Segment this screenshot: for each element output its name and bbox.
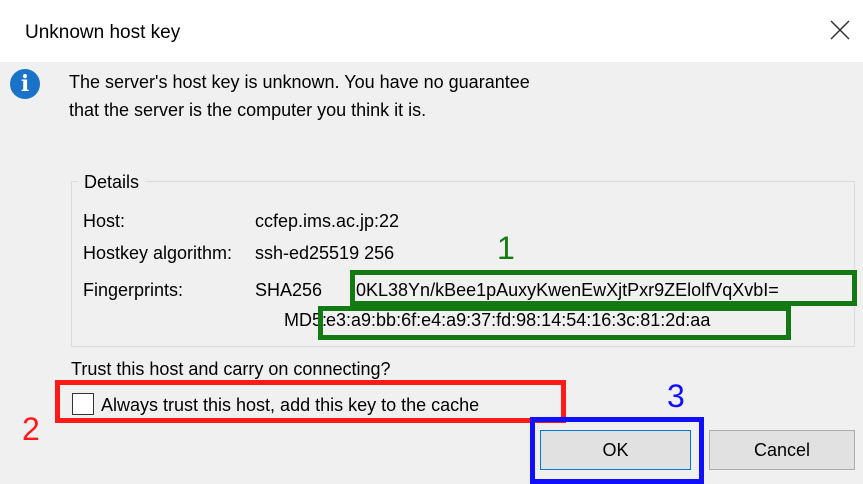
- host-value: ccfep.ims.ac.jp:22: [255, 211, 400, 231]
- annotation-box-md5: [318, 306, 791, 340]
- details-label: Details: [78, 172, 146, 193]
- annotation-number-1: 1: [497, 230, 515, 266]
- info-icon: i: [10, 69, 40, 99]
- annotation-number-2: 2: [22, 411, 40, 447]
- host-label: Host:: [83, 211, 126, 231]
- dialog-title: Unknown host key: [25, 22, 181, 43]
- trust-question: Trust this host and carry on connecting?: [71, 359, 391, 379]
- message-text: The server's host key is unknown. You ha…: [69, 72, 530, 120]
- close-icon[interactable]: [828, 18, 852, 42]
- algorithm-label: Hostkey algorithm:: [83, 243, 233, 263]
- title-bar: Unknown host key: [0, 0, 863, 62]
- annotation-box-ok: [530, 417, 704, 484]
- fingerprints-label: Fingerprints:: [83, 280, 184, 300]
- cancel-button[interactable]: Cancel: [709, 430, 855, 470]
- annotation-number-3: 3: [667, 378, 685, 414]
- annotation-box-checkbox: [55, 380, 566, 423]
- annotation-box-sha256: [350, 270, 857, 306]
- algorithm-value: ssh-ed25519 256: [255, 243, 395, 263]
- sha256-label: SHA256: [255, 280, 323, 300]
